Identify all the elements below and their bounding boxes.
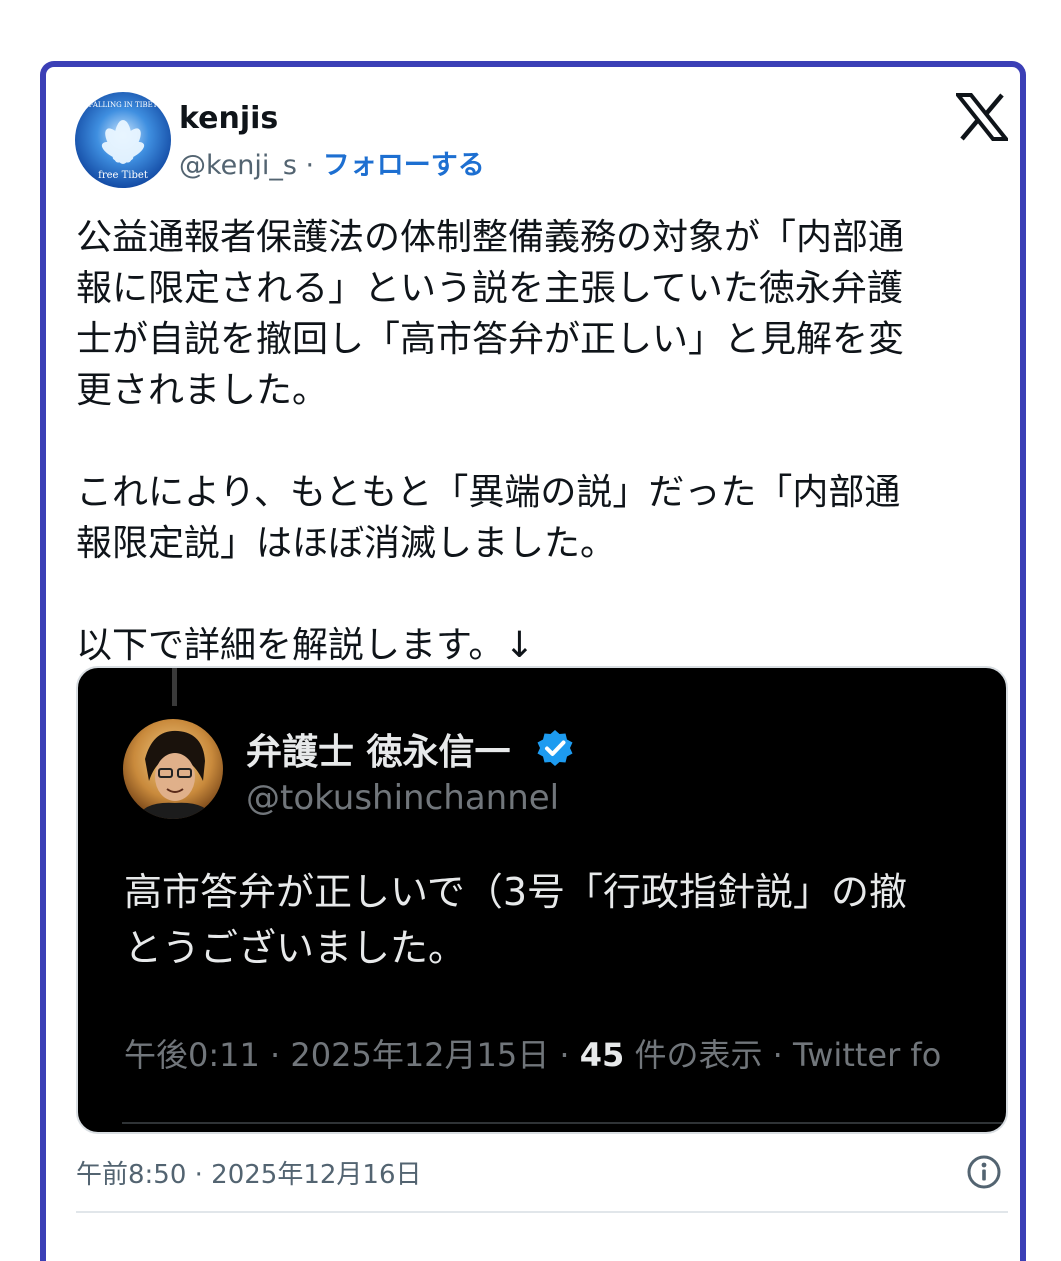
tweet-line: 公益通報者保護法の体制整備義務の対象が「内部通 [76, 217, 905, 258]
embedded-divider [122, 1122, 1006, 1124]
embedded-display-name: 弁護士 徳永信一 [246, 732, 511, 773]
embedded-handle: @tokushinchannel [246, 778, 560, 818]
tweet-line: 報限定説」はほぼ消滅しました。 [76, 523, 617, 564]
embedded-timestamp: 午後0:11 · 2025年12月15日 · [124, 1036, 580, 1074]
handle-separator: · [296, 150, 323, 181]
embedded-screenshot[interactable]: 弁護士 徳永信一 @tokushinchannel 高市答弁が正しいで（3号「行… [76, 666, 1008, 1134]
embedded-meta: 午後0:11 · 2025年12月15日 · 45 件の表示 · Twitter… [124, 1030, 941, 1076]
avatar-caption: free Tibet [98, 170, 148, 181]
info-icon[interactable] [966, 1154, 1002, 1190]
thread-line [172, 668, 177, 706]
embedded-text-line: とうございました。 [124, 926, 467, 970]
embedded-author-avatar [123, 719, 223, 819]
tweet-line: これにより、もともと「異端の説」だった「内部通 [76, 472, 901, 513]
author-handle-row: @kenji_s · フォローする [179, 143, 485, 182]
verified-badge-icon [535, 728, 575, 768]
bottom-divider [76, 1211, 1008, 1213]
tweet-line: 士が自説を撤回し「高市答弁が正しい」と見解を変 [76, 319, 905, 360]
tweet-text: 公益通報者保護法の体制整備義務の対象が「内部通 報に限定される」という説を主張し… [76, 212, 1006, 671]
avatar-top-text: FALLING IN TIBET [89, 101, 158, 109]
embedded-tweet-card: FALLING IN TIBET free Tibet kenjis @kenj… [40, 61, 1026, 1261]
tweet-timestamp[interactable]: 午前8:50 · 2025年12月16日 [76, 1154, 422, 1191]
author-display-name[interactable]: kenjis [179, 101, 278, 136]
author-handle[interactable]: @kenji_s [179, 150, 297, 181]
embedded-view-count: 45 [579, 1036, 625, 1074]
embedded-text-line: 高市答弁が正しいで（3号「行政指針説」の撤 [124, 870, 908, 914]
tweet-line: 以下で詳細を解説します。↓ [76, 625, 535, 666]
embedded-tweet-text: 高市答弁が正しいで（3号「行政指針説」の撤 とうございました。 [124, 864, 907, 976]
tweet-line: 更されました。 [76, 370, 329, 411]
tweet-line: 報に限定される」という説を主張していた徳永弁護 [76, 268, 903, 309]
follow-button[interactable]: フォローする [323, 150, 485, 181]
embedded-meta-rest: 件の表示 · Twitter fo [624, 1036, 942, 1074]
author-avatar[interactable]: FALLING IN TIBET free Tibet [75, 92, 171, 188]
x-logo-icon[interactable] [953, 93, 1011, 141]
